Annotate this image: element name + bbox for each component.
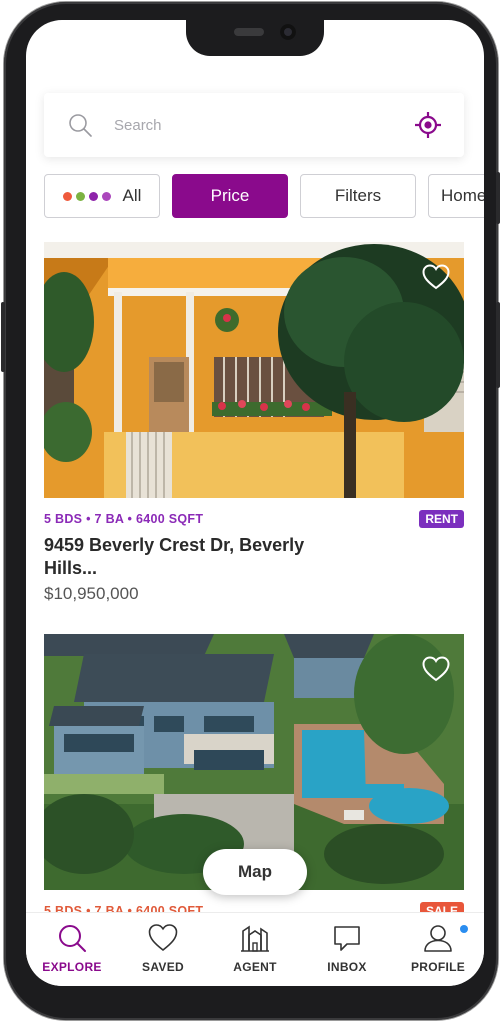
tab-agent-label: AGENT: [233, 960, 277, 974]
chip-price-label: Price: [210, 186, 250, 205]
power-button: [496, 302, 500, 388]
listing-meta: 5 BDS • 7 BA • 6400 SQFT RENT: [44, 510, 464, 530]
filter-chips: All Price Filters Home: [44, 174, 484, 218]
user-icon: [424, 925, 452, 952]
status-badge: RENT: [419, 510, 464, 528]
phone-frame: All Price Filters Home: [1, 2, 500, 1020]
listing-card[interactable]: 5 BDS • 7 BA • 6400 SQFT RENT 9459 Bever…: [44, 242, 464, 603]
map-button-label: Map: [238, 862, 272, 881]
side-button: [496, 172, 500, 224]
heart-icon[interactable]: [422, 656, 450, 682]
listing-specs: 5 BDS • 7 BA • 6400 SQFT: [44, 512, 204, 526]
listing-photo[interactable]: [44, 242, 464, 498]
chip-all[interactable]: All: [44, 174, 160, 218]
tab-saved-label: SAVED: [142, 960, 184, 974]
tab-inbox-label: INBOX: [327, 960, 367, 974]
chip-filters[interactable]: Filters: [300, 174, 416, 218]
speaker-grille: [234, 28, 264, 36]
tab-saved[interactable]: SAVED: [117, 913, 209, 986]
chip-home[interactable]: Home: [428, 174, 484, 218]
chip-price[interactable]: Price: [172, 174, 288, 218]
heart-icon[interactable]: [422, 264, 450, 290]
listing-price: $10,950,000: [44, 584, 139, 603]
front-camera: [280, 24, 296, 40]
tab-profile-label: PROFILE: [410, 960, 466, 974]
search-bar[interactable]: [44, 93, 464, 157]
tab-explore-label: EXPLORE: [42, 960, 102, 974]
search-icon: [59, 925, 86, 952]
tab-inbox[interactable]: INBOX: [301, 913, 393, 986]
map-button[interactable]: Map: [203, 849, 307, 895]
volume-button: [1, 302, 5, 372]
chip-filters-label: Filters: [334, 186, 382, 205]
heart-icon: [148, 924, 178, 952]
tab-agent[interactable]: AGENT: [209, 913, 301, 986]
current-location-icon[interactable]: [414, 111, 442, 139]
house-photo-image: [44, 242, 464, 498]
chip-all-label: All: [122, 186, 142, 205]
chip-home-label: Home: [441, 186, 484, 205]
tab-explore[interactable]: EXPLORE: [26, 913, 118, 986]
search-icon: [69, 114, 92, 137]
search-input[interactable]: [114, 113, 394, 137]
tab-profile[interactable]: PROFILE: [392, 913, 484, 986]
chat-bubble-icon: [334, 926, 360, 951]
notification-dot: [460, 925, 468, 933]
camera-notch: [186, 20, 324, 56]
category-dots-icon: [62, 191, 111, 201]
building-icon: [241, 925, 269, 952]
app-screen: All Price Filters Home: [26, 20, 484, 986]
listing-address[interactable]: 9459 Beverly Crest Dr, Beverly Hills...: [44, 534, 334, 580]
bottom-tab-bar: EXPLORE SAVED AGENT INBOX PROFILE: [26, 912, 484, 986]
